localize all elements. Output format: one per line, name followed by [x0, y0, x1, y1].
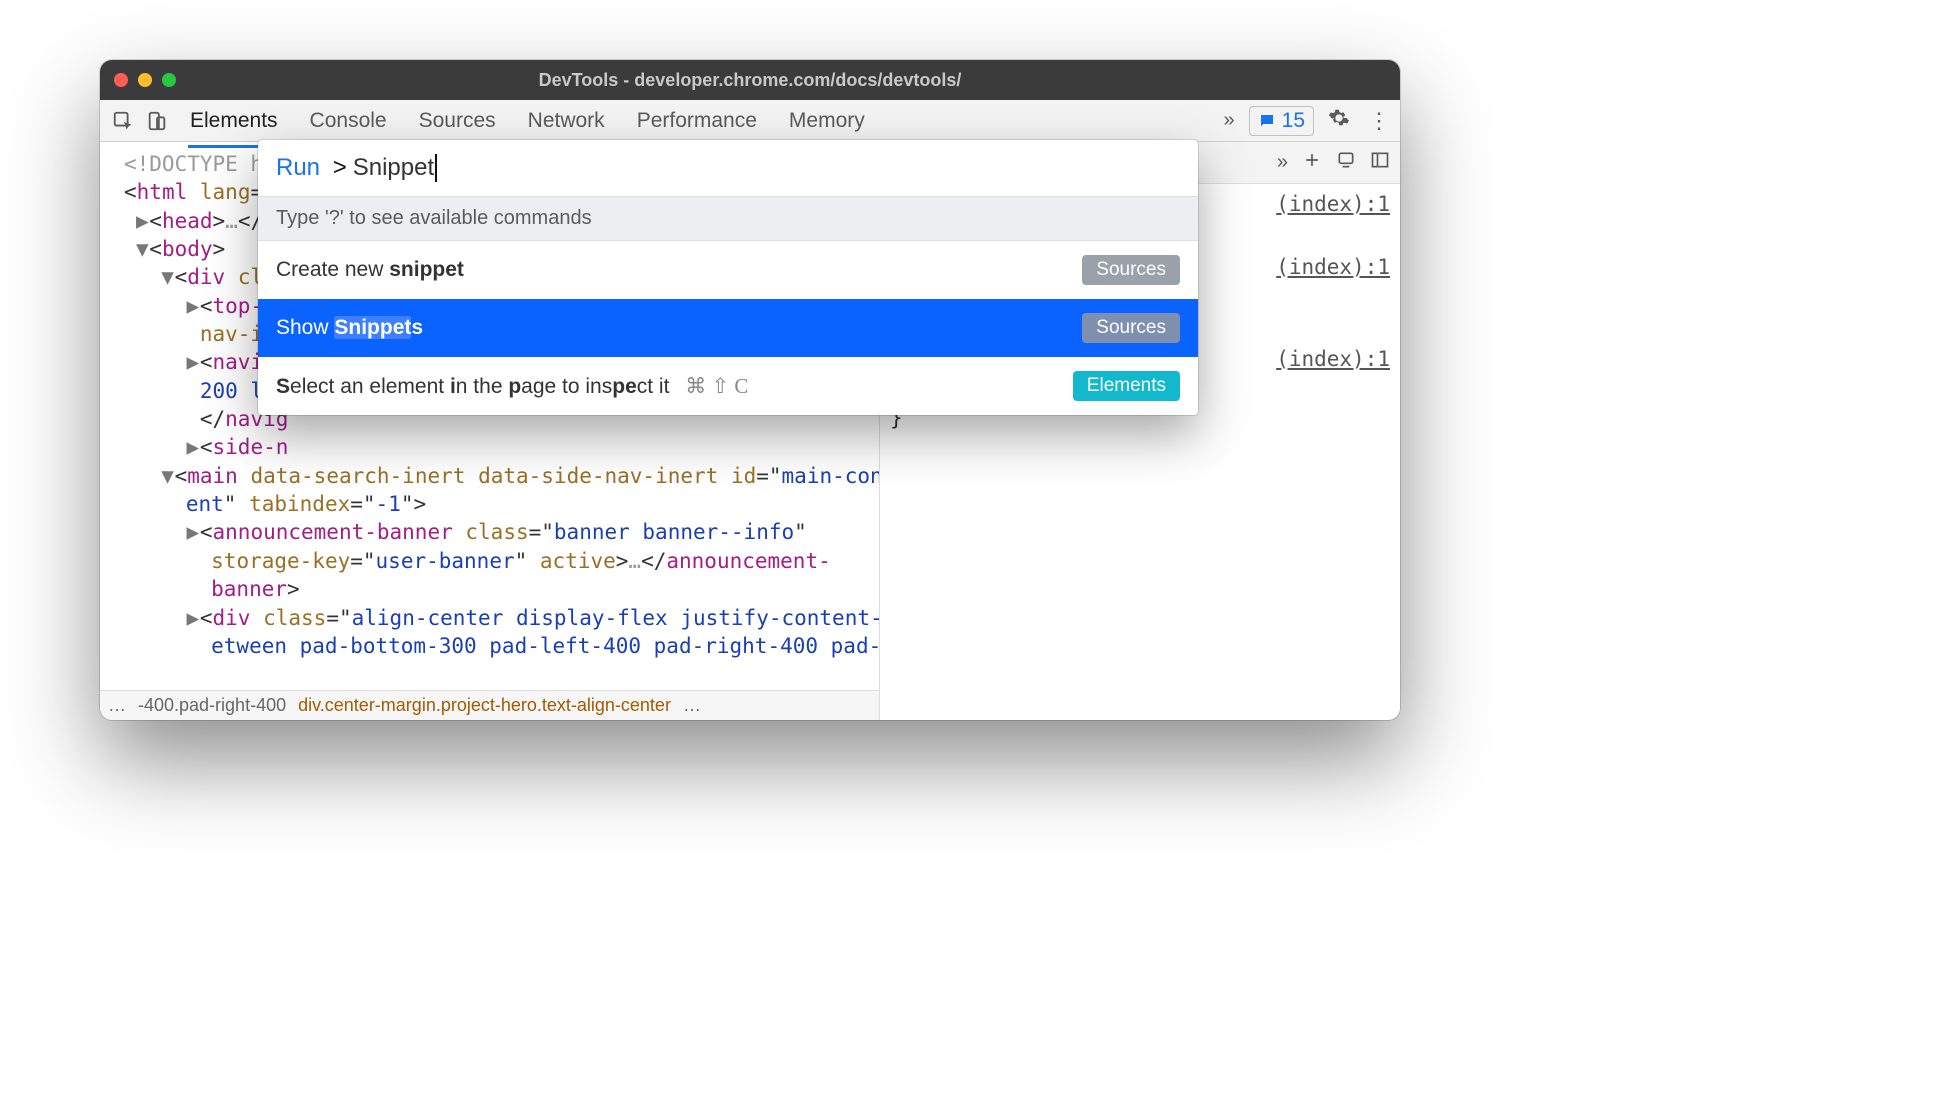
- panel-tabs: Elements Console Sources Network Performance…: [188, 103, 867, 139]
- devtools-tabs-bar: Elements Console Sources Network Performance…: [100, 100, 1400, 142]
- inspect-element-icon[interactable]: [106, 104, 140, 138]
- tab-sources[interactable]: Sources: [417, 103, 498, 139]
- dom-line[interactable]: ▶<div class="align-center display-flex j…: [110, 604, 879, 661]
- kebab-menu-icon[interactable]: ⋮: [1364, 108, 1394, 134]
- command-gt: >: [326, 154, 347, 182]
- command-menu: Run >Snippet Type '?' to see available c…: [258, 140, 1198, 415]
- tab-performance[interactable]: Performance: [635, 103, 759, 139]
- dom-line[interactable]: ▶<announcement-banner class="banner bann…: [110, 518, 879, 603]
- command-badge: Sources: [1082, 313, 1180, 343]
- command-badge: Sources: [1082, 255, 1180, 285]
- new-style-rule-icon[interactable]: [1302, 150, 1322, 176]
- more-tabs-icon[interactable]: »: [1224, 109, 1235, 132]
- command-prefix: Run: [276, 154, 320, 182]
- dom-line[interactable]: ▶<side-n: [110, 433, 879, 461]
- command-hint: Type '?' to see available commands: [258, 196, 1198, 241]
- titlebar: DevTools - developer.chrome.com/docs/dev…: [100, 60, 1400, 100]
- command-row[interactable]: Create new snippetSources: [258, 241, 1198, 299]
- breadcrumb[interactable]: … -400.pad-right-400 div.center-margin.p…: [100, 690, 879, 720]
- command-row[interactable]: Show SnippetsSources: [258, 299, 1198, 357]
- tab-memory[interactable]: Memory: [787, 103, 867, 139]
- tab-console[interactable]: Console: [308, 103, 389, 139]
- command-menu-input-row: Run >Snippet: [258, 140, 1198, 196]
- breadcrumb-trunc-left: …: [108, 695, 126, 716]
- toggle-classes-icon[interactable]: [1336, 150, 1356, 176]
- dom-line[interactable]: ▼<main data-search-inert data-side-nav-i…: [110, 462, 879, 519]
- issues-count: 15: [1282, 109, 1305, 133]
- breadcrumb-item[interactable]: -400.pad-right-400: [138, 695, 286, 716]
- tab-network[interactable]: Network: [526, 103, 607, 139]
- command-row[interactable]: Select an element in the page to inspect…: [258, 357, 1198, 415]
- tab-elements[interactable]: Elements: [188, 103, 280, 139]
- breadcrumb-item-selected[interactable]: div.center-margin.project-hero.text-alig…: [298, 695, 671, 716]
- settings-icon[interactable]: [1328, 107, 1350, 135]
- window-title: DevTools - developer.chrome.com/docs/dev…: [100, 70, 1400, 91]
- styles-more-tabs-icon[interactable]: »: [1277, 151, 1288, 174]
- breadcrumb-trunc-right: …: [683, 695, 701, 716]
- command-rows: Create new snippetSourcesShow SnippetsSo…: [258, 241, 1198, 415]
- command-query-text[interactable]: Snippet: [353, 154, 437, 182]
- device-toolbar-icon[interactable]: [140, 104, 174, 138]
- computed-panel-icon[interactable]: [1370, 150, 1390, 176]
- command-badge: Elements: [1073, 371, 1180, 401]
- issues-counter[interactable]: 15: [1249, 106, 1314, 136]
